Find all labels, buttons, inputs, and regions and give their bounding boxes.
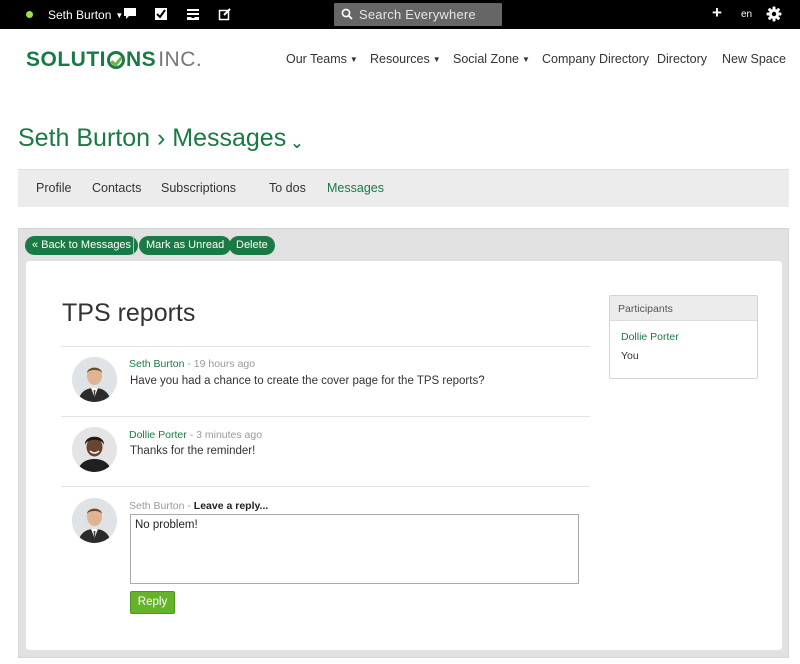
main-nav: Our Teams ▼ Resources ▼ Social Zone ▼ Compa… [0, 52, 800, 68]
participants-panel: Participants Dollie Porter You [609, 295, 758, 379]
participants-heading: Participants [610, 296, 757, 321]
reply-meta: Seth Burton - Leave a reply... [129, 500, 268, 512]
breadcrumb: Seth Burton › Messages ⌄ [18, 124, 304, 153]
reply-textarea[interactable]: No problem! [130, 514, 579, 584]
chevron-down-icon[interactable]: ⌄ [290, 133, 303, 153]
search-placeholder: Search Everywhere [359, 7, 476, 22]
tab-messages[interactable]: Messages [327, 181, 384, 195]
reply-prompt: Leave a reply... [193, 500, 269, 512]
delete-button[interactable]: Delete [229, 236, 275, 255]
chat-bubble-icon[interactable] [123, 7, 137, 21]
inbox-icon[interactable] [186, 7, 200, 21]
message-meta: Dollie Porter - 3 minutes ago [129, 429, 262, 441]
caret-down-icon: ▼ [522, 55, 530, 64]
global-toolbar: Seth Burton ▼ Search Everywhere + en [0, 0, 800, 29]
breadcrumb-user[interactable]: Seth Burton [18, 124, 150, 152]
nav-resources[interactable]: Resources ▼ [370, 52, 441, 66]
message-body: Have you had a chance to create the cove… [130, 375, 485, 387]
avatar-seth-image [72, 498, 117, 543]
message-panel: « Back to Messages Mark as Unread Delete… [18, 228, 789, 658]
nav-label: Resources [370, 52, 430, 66]
nav-directory[interactable]: Directory [657, 52, 707, 66]
tab-profile[interactable]: Profile [36, 181, 71, 195]
message-author[interactable]: Dollie Porter [129, 429, 187, 441]
participant-link[interactable]: Dollie Porter [621, 331, 679, 343]
reply-author: Seth Burton [129, 500, 185, 512]
nav-company-directory[interactable]: Company Directory [542, 52, 649, 66]
avatar[interactable] [72, 427, 117, 472]
divider [61, 486, 590, 487]
tab-todos[interactable]: To dos [269, 181, 306, 195]
global-search[interactable]: Search Everywhere [334, 3, 502, 26]
avatar-dollie-image [72, 427, 117, 472]
compose-icon[interactable] [218, 7, 232, 21]
nav-new-space[interactable]: New Space [722, 52, 786, 66]
avatar[interactable] [72, 498, 117, 543]
user-menu[interactable]: Seth Burton ▼ [48, 8, 123, 23]
reply-button[interactable]: Reply [130, 591, 175, 614]
message-time: - 3 minutes ago [186, 429, 263, 441]
mark-unread-button[interactable]: Mark as Unread [139, 236, 232, 255]
user-name: Seth Burton [48, 8, 112, 22]
thread-title: TPS reports [62, 299, 196, 327]
caret-down-icon: ▼ [432, 55, 441, 64]
participant-self: You [621, 350, 639, 362]
breadcrumb-separator: › [156, 124, 166, 152]
message-author[interactable]: Seth Burton [129, 358, 184, 370]
nav-social-zone[interactable]: Social Zone ▼ [453, 52, 530, 66]
message-body: Thanks for the reminder! [130, 445, 256, 457]
caret-down-icon: ▼ [349, 55, 358, 64]
breadcrumb-section: Messages [172, 124, 287, 152]
language-selector[interactable]: en [741, 9, 752, 20]
nav-our-teams[interactable]: Our Teams ▼ [286, 52, 358, 66]
divider [133, 236, 134, 255]
message-time: - 19 hours ago [184, 358, 256, 370]
divider [61, 346, 590, 347]
divider [61, 416, 590, 417]
nav-label: Social Zone [453, 52, 520, 66]
back-to-messages-button[interactable]: « Back to Messages [25, 236, 139, 255]
reply-separator: - [184, 500, 194, 512]
profile-tabs: Profile Contacts Subscriptions To dos Me… [18, 169, 789, 207]
tab-subscriptions[interactable]: Subscriptions [161, 181, 236, 195]
tab-contacts[interactable]: Contacts [92, 181, 141, 195]
gear-icon[interactable] [766, 6, 782, 22]
checkbox-icon[interactable] [154, 7, 168, 21]
add-icon[interactable]: + [712, 4, 722, 22]
message-meta: Seth Burton - 19 hours ago [129, 358, 255, 370]
nav-label: Our Teams [286, 52, 347, 66]
search-icon [341, 8, 353, 20]
avatar[interactable] [72, 357, 117, 402]
online-status-indicator [26, 11, 33, 18]
avatar-seth-image [72, 357, 117, 402]
message-card: TPS reports Seth Burton - 19 hours ago H… [26, 261, 782, 650]
